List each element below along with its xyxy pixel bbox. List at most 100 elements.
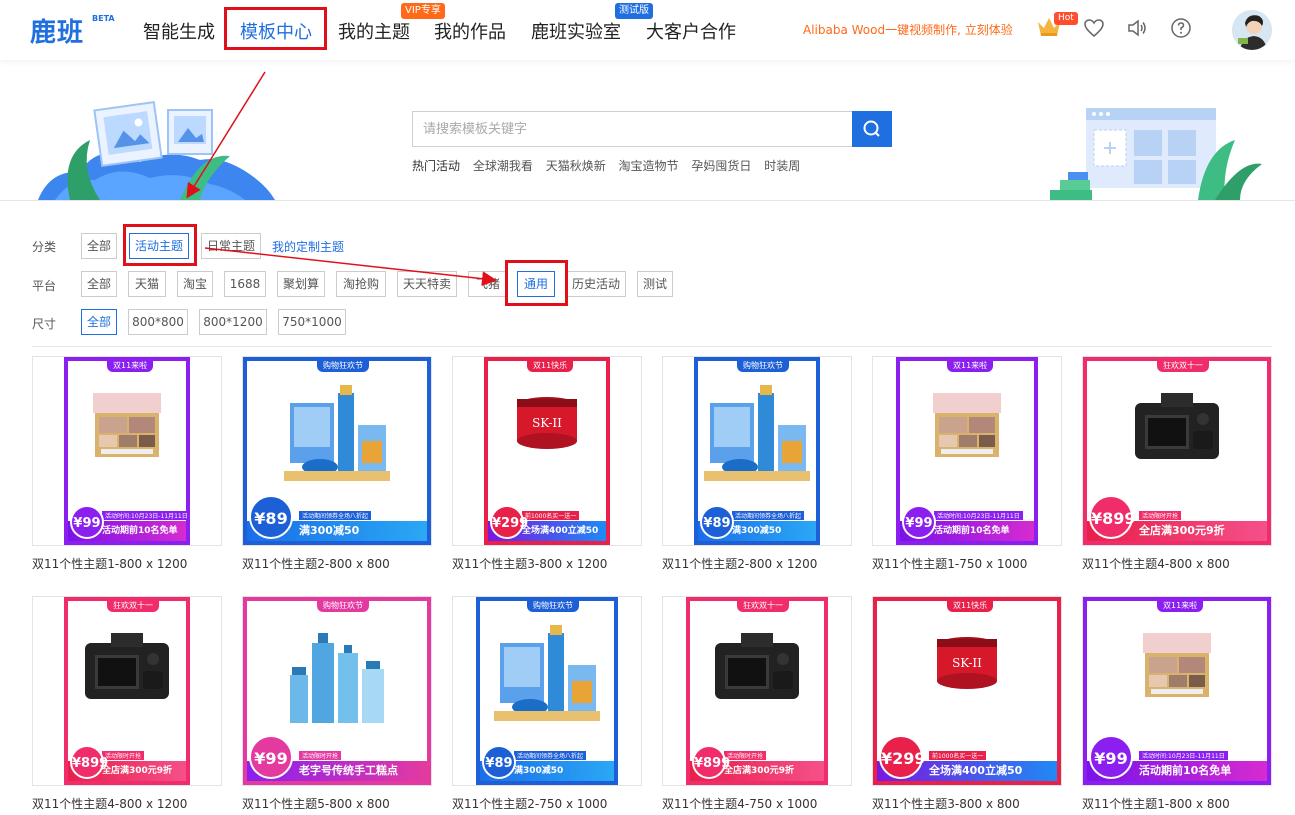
platform-history[interactable]: 历史活动: [566, 271, 626, 297]
price-badge: ¥899: [1089, 495, 1136, 539]
price-badge: ¥299: [490, 505, 528, 539]
template-card[interactable]: 购物狂欢节 满300减50 活动期间领券全场八折起 ¥89: [242, 356, 432, 546]
promo-subtext: 活动限时开抢: [102, 751, 145, 760]
hot-badge: Hot: [1054, 12, 1078, 25]
platform-taoqianggou[interactable]: 淘抢购: [336, 271, 386, 297]
size-800x1200[interactable]: 800*1200: [199, 309, 267, 335]
size-800x800[interactable]: 800*800: [128, 309, 188, 335]
nav-enterprise[interactable]: 大客户合作: [646, 18, 736, 44]
preview-tag: 双11快乐: [947, 599, 994, 612]
template-card[interactable]: 双11来啦 活动期前10名免单 活动时间:10月23日-11月11日 ¥99: [1082, 596, 1272, 786]
promo-subtext: 活动时间:10月23日-11月11日: [1139, 751, 1228, 760]
product-image: [247, 625, 427, 725]
preview-tag: 双11来啦: [1157, 599, 1204, 612]
price-badge: ¥89: [249, 495, 293, 539]
price-badge: ¥99: [249, 735, 293, 779]
size-label: 尺寸: [32, 317, 57, 331]
platform-fliggy[interactable]: 飞猪: [468, 271, 508, 297]
nav-lab[interactable]: 鹿班实验室: [531, 18, 621, 44]
preview-tag: 狂欢双十一: [107, 599, 159, 612]
template-card[interactable]: 购物狂欢节 满300减50 活动期间领券全场八折起 ¥89: [452, 596, 642, 786]
annotation-box-template-center: [224, 7, 327, 50]
user-avatar[interactable]: [1232, 10, 1272, 50]
preview-tag: 狂欢双十一: [1157, 359, 1209, 372]
template-title[interactable]: 双11个性主题5-800 x 800: [242, 795, 390, 812]
template-preview: 购物狂欢节 满300减50 活动期间领券全场八折起 ¥89: [476, 597, 618, 785]
price-badge: ¥89: [482, 745, 516, 779]
preview-tag: 双11快乐: [527, 359, 574, 372]
hot-tag[interactable]: 时装周: [764, 159, 800, 173]
search-input[interactable]: [412, 111, 853, 147]
price-badge: ¥899: [692, 745, 730, 779]
promo-subtext: 活动时间:10月23日-11月11日: [934, 511, 1023, 520]
product-image: [698, 385, 816, 485]
size-all[interactable]: 全部: [81, 309, 117, 335]
hot-tag[interactable]: 全球潮我看: [473, 159, 533, 173]
template-title[interactable]: 双11个性主题1-800 x 800: [1082, 795, 1230, 812]
template-card[interactable]: 狂欢双十一 全店满300元9折 活动限时开抢 ¥899: [1082, 356, 1272, 546]
hot-tag[interactable]: 孕妈囤货日: [691, 159, 751, 173]
platform-tmall[interactable]: 天猫: [128, 271, 166, 297]
template-title[interactable]: 双11个性主题3-800 x 800: [872, 795, 1020, 812]
template-title[interactable]: 双11个性主题4-800 x 1200: [32, 795, 187, 812]
template-card[interactable]: 双11快乐 SK-II 全场满400立减50 前1000名买一送一 ¥299: [872, 596, 1062, 786]
category-daily[interactable]: 日常主题: [201, 233, 261, 259]
template-card[interactable]: 双11来啦 活动期前10名免单 活动时间:10月23日-11月11日 ¥99: [872, 356, 1062, 546]
hot-tag[interactable]: 天猫秋焕新: [546, 159, 606, 173]
preview-tag: 购物狂欢节: [317, 599, 369, 612]
app-root: 鹿班 BETA 智能生成 模板中心 我的主题 我的作品 鹿班实验室 大客户合作 …: [0, 0, 1295, 815]
template-title[interactable]: 双11个性主题3-800 x 1200: [452, 555, 607, 572]
nav-my-themes[interactable]: 我的主题: [338, 18, 410, 44]
template-title[interactable]: 双11个性主题1-750 x 1000: [872, 555, 1027, 572]
nav-my-works[interactable]: 我的作品: [434, 18, 506, 44]
template-preview: 双11来啦 活动期前10名免单 活动时间:10月23日-11月11日 ¥99: [1083, 597, 1271, 785]
video-promo-link[interactable]: Alibaba Wood一键视频制作, 立刻体验: [803, 21, 1013, 38]
platform-taobao[interactable]: 淘宝: [177, 271, 213, 297]
size-750x1000[interactable]: 750*1000: [278, 309, 346, 335]
hot-tag[interactable]: 淘宝造物节: [619, 159, 679, 173]
product-image: [1087, 625, 1267, 705]
hot-tag[interactable]: 热门活动: [412, 159, 460, 173]
promo-subtext: 活动限时开抢: [299, 751, 342, 760]
custom-themes-link[interactable]: 我的定制主题: [272, 238, 344, 255]
help-icon[interactable]: [1170, 17, 1192, 39]
template-title[interactable]: 双11个性主题4-750 x 1000: [662, 795, 817, 812]
template-card[interactable]: 狂欢双十一 全店满300元9折 活动限时开抢 ¥899: [662, 596, 852, 786]
template-title[interactable]: 双11个性主题1-800 x 1200: [32, 555, 187, 572]
svg-text:SK-II: SK-II: [952, 656, 982, 670]
template-card[interactable]: 狂欢双十一 全店满300元9折 活动限时开抢 ¥899: [32, 596, 222, 786]
platform-juhuasuan[interactable]: 聚划算: [277, 271, 325, 297]
preview-tag: 狂欢双十一: [737, 599, 789, 612]
logo[interactable]: 鹿班: [30, 12, 84, 49]
template-preview: 购物狂欢节 满300减50 活动期间领券全场八折起 ¥89: [694, 357, 820, 545]
template-preview: 狂欢双十一 全店满300元9折 活动限时开抢 ¥899: [64, 597, 190, 785]
product-image: [68, 625, 186, 705]
platform-1688[interactable]: 1688: [224, 271, 266, 297]
template-card[interactable]: 购物狂欢节 满300减50 活动期间领券全场八折起 ¥89: [662, 356, 852, 546]
heart-icon[interactable]: [1083, 17, 1105, 39]
template-preview: 狂欢双十一 全店满300元9折 活动限时开抢 ¥899: [1083, 357, 1271, 545]
product-image: [690, 625, 824, 705]
speaker-icon[interactable]: [1126, 17, 1148, 39]
platform-tiantiantemai[interactable]: 天天特卖: [397, 271, 457, 297]
template-preview: 购物狂欢节 满300减50 活动期间领券全场八折起 ¥89: [243, 357, 431, 545]
template-title[interactable]: 双11个性主题4-800 x 800: [1082, 555, 1230, 572]
product-image: [900, 385, 1034, 465]
search-button[interactable]: [852, 111, 892, 147]
price-badge: ¥99: [902, 505, 936, 539]
price-badge: ¥89: [700, 505, 734, 539]
template-title[interactable]: 双11个性主题2-800 x 1200: [662, 555, 817, 572]
category-all[interactable]: 全部: [81, 233, 117, 259]
platform-all[interactable]: 全部: [81, 271, 117, 297]
template-card[interactable]: 双11来啦 活动期前10名免单 活动时间:10月23日-11月11日 ¥99: [32, 356, 222, 546]
nav-smart-generate[interactable]: 智能生成: [143, 18, 215, 44]
top-nav: 鹿班 BETA 智能生成 模板中心 我的主题 我的作品 鹿班实验室 大客户合作 …: [0, 0, 1295, 60]
filter-divider: [32, 346, 1272, 347]
promo-subtext: 活动限时开抢: [724, 751, 767, 760]
template-card[interactable]: 购物狂欢节 老字号传统手工糕点 活动限时开抢 ¥99: [242, 596, 432, 786]
template-card[interactable]: 双11快乐 SK-II 全场满400立减50 前1000名买一送一 ¥299: [452, 356, 642, 546]
template-title[interactable]: 双11个性主题2-800 x 800: [242, 555, 390, 572]
template-preview: 双11快乐 SK-II 全场满400立减50 前1000名买一送一 ¥299: [484, 357, 610, 545]
template-title[interactable]: 双11个性主题2-750 x 1000: [452, 795, 607, 812]
platform-test[interactable]: 测试: [637, 271, 673, 297]
